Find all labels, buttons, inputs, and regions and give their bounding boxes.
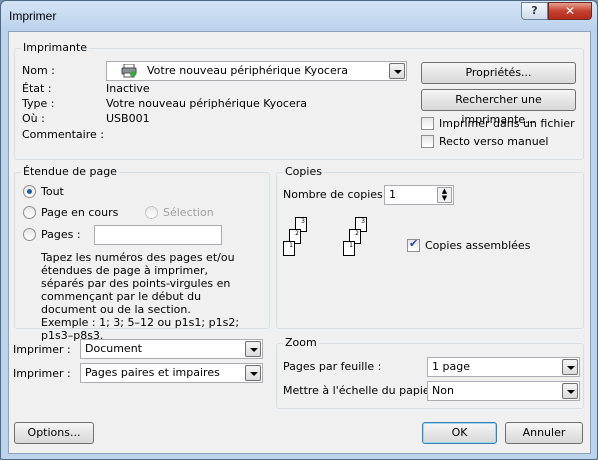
scale-label: Mettre à l'échelle du papier :: [283, 384, 442, 397]
copies-group: Copies Nombre de copies : 1 ▲ ▼ 3 2 1 3 2…: [276, 165, 584, 329]
printer-select-value: Votre nouveau périphérique Kyocera: [147, 64, 348, 77]
printer-select[interactable]: Votre nouveau périphérique Kyocera: [106, 61, 407, 81]
manual-duplex-checkbox[interactable]: [421, 135, 434, 148]
pages-per-sheet-select[interactable]: 1 page: [427, 357, 580, 377]
chevron-down-icon[interactable]: [562, 359, 578, 375]
options-button[interactable]: Options...: [14, 422, 94, 444]
cancel-button[interactable]: Annuler: [505, 422, 583, 444]
zoom-group: Zoom Pages par feuille : 1 page Mettre à…: [276, 336, 584, 409]
range-selection-label[interactable]: Sélection: [163, 206, 214, 219]
help-button[interactable]: ?: [521, 2, 548, 20]
print-to-file-label[interactable]: Imprimer dans un fichier: [439, 117, 575, 130]
zoom-group-label: Zoom: [283, 336, 319, 349]
chevron-down-icon[interactable]: [245, 365, 261, 381]
printer-state-label: État :: [22, 82, 52, 95]
printer-name-label: Nom :: [22, 64, 55, 77]
print-to-file-checkbox[interactable]: [421, 117, 434, 130]
printer-where-value: USB001: [106, 112, 150, 125]
range-pages-label[interactable]: Pages :: [41, 228, 81, 241]
print-what-select[interactable]: Document: [80, 339, 263, 359]
print-what-label: Imprimer :: [13, 343, 71, 356]
print-pages-value: Pages paires et impaires: [85, 366, 220, 379]
collate-checkbox[interactable]: [407, 237, 420, 252]
print-pages-select[interactable]: Pages paires et impaires: [80, 363, 263, 383]
printer-group-label: Imprimante: [21, 41, 90, 54]
properties-button[interactable]: Propriétés...: [421, 62, 576, 84]
copies-count-value: 1: [389, 188, 396, 201]
range-all-label[interactable]: Tout: [41, 185, 64, 198]
range-current-radio[interactable]: [23, 206, 36, 219]
copies-group-label: Copies: [283, 165, 324, 178]
range-current-label[interactable]: Page en cours: [41, 206, 118, 219]
copies-count-input[interactable]: 1 ▲ ▼: [384, 185, 454, 205]
printer-group: Imprimante Nom : Votre nouveau périphéri…: [14, 41, 584, 160]
range-all-radio[interactable]: [23, 185, 36, 198]
pages-per-sheet-value: 1 page: [432, 360, 470, 373]
chevron-down-icon[interactable]: [389, 63, 405, 79]
printer-where-label: Où :: [22, 112, 45, 125]
copies-spinner[interactable]: ▲ ▼: [437, 187, 452, 203]
find-printer-button[interactable]: Rechercher une imprimante...: [421, 89, 576, 126]
print-dialog: Imprimer ? ✕ Imprimante Nom : Votre nouv…: [0, 0, 598, 460]
page-range-group-label: Étendue de page: [21, 165, 119, 178]
chevron-down-icon[interactable]: [562, 383, 578, 399]
printer-type-value: Votre nouveau périphérique Kyocera: [106, 97, 307, 110]
page-range-help: Tapez les numéros des pages et/ou étendu…: [41, 251, 240, 342]
pages-per-sheet-label: Pages par feuille :: [283, 360, 382, 373]
page-range-group: Étendue de page Tout Page en cours Sélec…: [14, 165, 270, 342]
chevron-down-icon[interactable]: [245, 341, 261, 357]
scale-select[interactable]: Non: [427, 381, 580, 401]
ok-button[interactable]: OK: [422, 422, 497, 444]
collate-label[interactable]: Copies assemblées: [425, 239, 530, 252]
print-what-value: Document: [85, 342, 142, 355]
range-pages-radio[interactable]: [23, 228, 36, 241]
print-pages-label: Imprimer :: [13, 367, 71, 380]
printer-comment-label: Commentaire :: [22, 128, 104, 141]
manual-duplex-label[interactable]: Recto verso manuel: [439, 135, 548, 148]
range-selection-radio[interactable]: [145, 206, 158, 219]
scale-value: Non: [432, 384, 454, 397]
title-bar[interactable]: Imprimer ? ✕: [1, 1, 597, 31]
dialog-body: Imprimante Nom : Votre nouveau périphéri…: [8, 31, 591, 454]
pages-input[interactable]: [94, 225, 222, 245]
printer-icon: [121, 63, 137, 78]
copies-count-label: Nombre de copies :: [283, 188, 390, 201]
printer-state-value: Inactive: [106, 82, 150, 95]
close-button[interactable]: ✕: [548, 2, 592, 20]
window-title: Imprimer: [9, 9, 57, 23]
printer-type-label: Type :: [22, 97, 55, 110]
